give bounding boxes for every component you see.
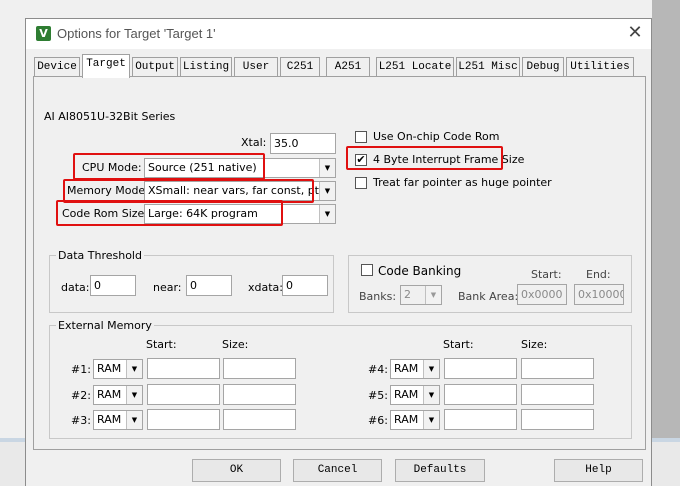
- ext-size-input[interactable]: [521, 409, 594, 430]
- app-icon: V: [36, 26, 51, 41]
- tab-l251-locate[interactable]: L251 Locate: [376, 57, 454, 77]
- ext-start-label-left: Start:: [146, 338, 177, 351]
- ext-start-input[interactable]: [444, 358, 517, 379]
- chevron-down-icon[interactable]: ▼: [319, 182, 335, 200]
- bank-area-label: Bank Area:: [458, 290, 519, 303]
- ext-row-label: #6:: [368, 414, 388, 427]
- bank-end-label: End:: [586, 268, 611, 281]
- highlight-interrupt-frame: [346, 146, 503, 170]
- tab-utilities[interactable]: Utilities: [566, 57, 634, 77]
- ext-start-input[interactable]: [147, 384, 220, 405]
- ext-size-input[interactable]: [223, 384, 296, 405]
- tab-listing[interactable]: Listing: [180, 57, 232, 77]
- ext-type-select[interactable]: RAM ▼: [390, 359, 440, 379]
- background-window-right: [652, 0, 680, 486]
- ext-size-label-right: Size:: [521, 338, 548, 351]
- tab-c251[interactable]: C251: [280, 57, 320, 77]
- banks-value: 2: [404, 288, 411, 301]
- xdata-input[interactable]: 0: [282, 275, 328, 296]
- tab-target[interactable]: Target: [82, 54, 130, 78]
- bank-end-input[interactable]: 0x10000: [574, 284, 624, 305]
- chevron-down-icon[interactable]: ▼: [126, 411, 142, 429]
- chevron-down-icon[interactable]: ▼: [423, 411, 439, 429]
- help-button[interactable]: Help: [554, 459, 643, 482]
- near-input[interactable]: 0: [186, 275, 232, 296]
- code-banking-checkbox[interactable]: [361, 264, 373, 276]
- ext-type-select[interactable]: RAM ▼: [390, 410, 440, 430]
- data-input[interactable]: 0: [90, 275, 136, 296]
- tab-l251-misc[interactable]: L251 Misc: [456, 57, 520, 77]
- banks-label: Banks:: [359, 290, 397, 303]
- data-threshold-title: Data Threshold: [56, 249, 144, 262]
- dialog-title: Options for Target 'Target 1': [57, 26, 216, 41]
- ext-row-label: #1:: [71, 363, 91, 376]
- tab-debug[interactable]: Debug: [522, 57, 564, 77]
- banks-select[interactable]: 2 ▼: [400, 285, 442, 305]
- near-label: near:: [153, 281, 182, 294]
- close-icon[interactable]: ✕: [624, 22, 646, 44]
- ext-row-label: #5:: [368, 389, 388, 402]
- chevron-down-icon[interactable]: ▼: [423, 360, 439, 378]
- on-chip-rom-label: Use On-chip Code Rom: [373, 130, 500, 143]
- chevron-down-icon[interactable]: ▼: [425, 286, 441, 304]
- ext-start-input[interactable]: [444, 409, 517, 430]
- ext-size-label-left: Size:: [222, 338, 249, 351]
- ext-size-input[interactable]: [223, 409, 296, 430]
- xdata-label: xdata:: [248, 281, 283, 294]
- external-memory-title: External Memory: [56, 319, 154, 332]
- ext-size-input[interactable]: [223, 358, 296, 379]
- chevron-down-icon[interactable]: ▼: [319, 205, 335, 223]
- options-dialog: V Options for Target 'Target 1' ✕ Device…: [25, 18, 652, 486]
- ext-start-label-right: Start:: [443, 338, 474, 351]
- ext-type-select[interactable]: RAM ▼: [93, 410, 143, 430]
- ext-type-value: RAM: [394, 362, 419, 375]
- tab-user[interactable]: User: [234, 57, 278, 77]
- defaults-button[interactable]: Defaults: [395, 459, 485, 482]
- ext-size-input[interactable]: [521, 358, 594, 379]
- tab-output[interactable]: Output: [132, 57, 178, 77]
- ext-type-select[interactable]: RAM ▼: [390, 385, 440, 405]
- chevron-down-icon[interactable]: ▼: [319, 159, 335, 177]
- ext-size-input[interactable]: [521, 384, 594, 405]
- code-banking-label: Code Banking: [378, 264, 462, 278]
- title-bar: V Options for Target 'Target 1' ✕: [26, 19, 651, 49]
- bank-start-input[interactable]: 0x0000: [517, 284, 567, 305]
- ext-start-input[interactable]: [147, 409, 220, 430]
- ext-type-value: RAM: [394, 413, 419, 426]
- tab-a251[interactable]: A251: [326, 57, 370, 77]
- cancel-button[interactable]: Cancel: [293, 459, 382, 482]
- ext-start-input[interactable]: [444, 384, 517, 405]
- far-pointer-label: Treat far pointer as huge pointer: [373, 176, 552, 189]
- far-pointer-checkbox[interactable]: [355, 177, 367, 189]
- chevron-down-icon[interactable]: ▼: [126, 386, 142, 404]
- bank-start-label: Start:: [531, 268, 562, 281]
- chevron-down-icon[interactable]: ▼: [126, 360, 142, 378]
- device-name: AI AI8051U-32Bit Series: [44, 110, 176, 123]
- ext-row-label: #2:: [71, 389, 91, 402]
- ext-type-value: RAM: [394, 388, 419, 401]
- ext-row-label: #4:: [368, 363, 388, 376]
- on-chip-rom-checkbox[interactable]: [355, 131, 367, 143]
- tab-device[interactable]: Device: [34, 57, 80, 77]
- target-tab-panel: AI AI8051U-32Bit Series Xtal: 35.0 CPU M…: [33, 76, 646, 450]
- highlight-cpu-mode: [73, 153, 265, 180]
- ext-type-value: RAM: [97, 388, 122, 401]
- ext-type-select[interactable]: RAM ▼: [93, 359, 143, 379]
- xtal-input[interactable]: 35.0: [270, 133, 336, 154]
- ext-type-value: RAM: [97, 362, 122, 375]
- ext-type-value: RAM: [97, 413, 122, 426]
- data-label: data:: [61, 281, 90, 294]
- highlight-code-rom-size: [56, 200, 283, 226]
- ok-button[interactable]: OK: [192, 459, 281, 482]
- xtal-label: Xtal:: [241, 136, 267, 149]
- ext-type-select[interactable]: RAM ▼: [93, 385, 143, 405]
- ext-start-input[interactable]: [147, 358, 220, 379]
- ext-row-label: #3:: [71, 414, 91, 427]
- chevron-down-icon[interactable]: ▼: [423, 386, 439, 404]
